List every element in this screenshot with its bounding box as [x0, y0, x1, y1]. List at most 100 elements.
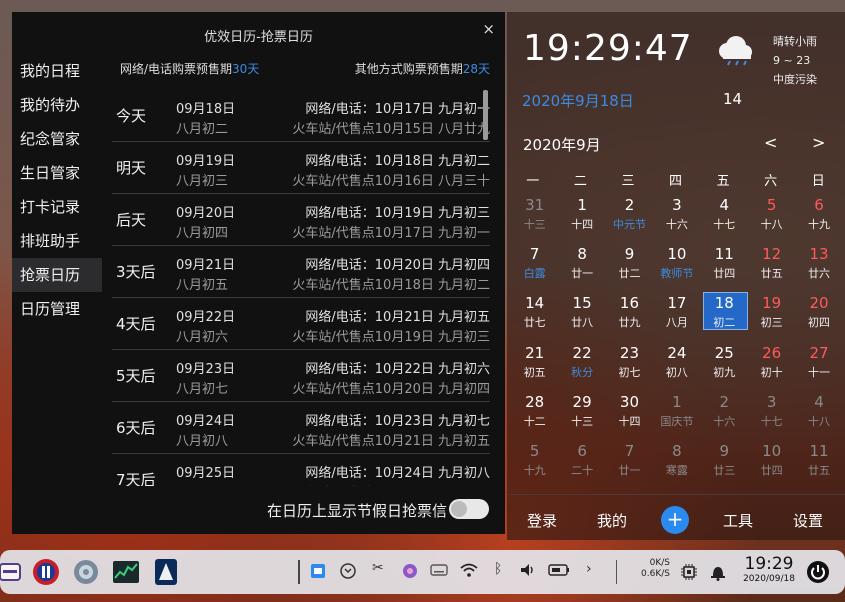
calendar-day[interactable]: 7 廿一	[606, 440, 653, 489]
calendar-day[interactable]: 2 中元节	[606, 194, 653, 243]
taskbar-time[interactable]: 19:29	[740, 554, 798, 574]
chevron-right-icon[interactable]: ›	[586, 561, 592, 577]
calendar-day[interactable]: 25 初九	[701, 342, 748, 391]
row-station-sale: 火车站/代售点10月15日 八月廿九	[292, 122, 490, 137]
calendar-day[interactable]: 20 初四	[795, 292, 842, 341]
sidebar-item[interactable]: 打卡记录	[12, 190, 102, 224]
calendar-day[interactable]: 17 八月	[653, 292, 700, 341]
taskbar: ✂ ᛒ › 0K/S 0.6K/S 19:29 2020/09/18	[0, 550, 845, 594]
sidebar-item[interactable]: 我的待办	[12, 88, 102, 122]
calendar-day[interactable]: 6 十九	[795, 194, 842, 243]
ticket-row[interactable]: 7天后 09月25日八月初九 网络/电话：10月24日 九月初八火车站/代售点10月…	[112, 454, 490, 486]
calendar-day[interactable]: 23 初七	[606, 342, 653, 391]
calendar-day[interactable]: 11 廿五	[795, 440, 842, 489]
calendar-day[interactable]: 1 十四	[558, 194, 605, 243]
ticket-row[interactable]: 4天后 09月22日 八月初六 网络/电话：10月21日 九月初五 火车站/代售点10月…	[112, 298, 490, 350]
add-event-button[interactable]: +	[661, 506, 689, 534]
ticket-row[interactable]: 5天后 09月23日 八月初七 网络/电话：10月22日 九月初六 火车站/代售点10月…	[112, 350, 490, 402]
day-number: 11	[809, 441, 829, 460]
row-date: 09月19日	[176, 154, 236, 169]
app-store-icon[interactable]	[152, 558, 180, 586]
calendar-day[interactable]: 11 廿四	[701, 243, 748, 292]
calendar-day[interactable]: 31 十三	[511, 194, 558, 243]
calendar-day[interactable]: 3 十六	[653, 194, 700, 243]
calendar-day[interactable]: 9 廿二	[606, 243, 653, 292]
sidebar-item[interactable]: 纪念管家	[12, 122, 102, 156]
calendar-day[interactable]: 8 廿一	[558, 243, 605, 292]
calendar-day[interactable]: 6 二十	[558, 440, 605, 489]
calendar-day[interactable]: 21 初五	[511, 342, 558, 391]
row-station-sale: 火车站/代售点10月22日 九月初六	[292, 482, 490, 486]
sidebar-item[interactable]: 排班助手	[12, 224, 102, 258]
calendar-day[interactable]: 24 初八	[653, 342, 700, 391]
calendar-day[interactable]: 30 十四	[606, 391, 653, 440]
sidebar-item[interactable]: 生日管家	[12, 156, 102, 190]
calendar-day[interactable]: 14 廿七	[511, 292, 558, 341]
calendar-day[interactable]: 2 十六	[701, 391, 748, 440]
app-launcher-icon[interactable]	[0, 558, 24, 586]
music-player-icon[interactable]	[32, 558, 60, 586]
close-icon[interactable]: ×	[482, 20, 495, 38]
color-picker-icon[interactable]	[402, 563, 418, 583]
battery-icon[interactable]	[548, 563, 570, 581]
cpu-chip-icon[interactable]	[680, 563, 698, 585]
calendar-day[interactable]: 5 十九	[511, 440, 558, 489]
power-icon[interactable]	[804, 558, 832, 586]
settings-gear-icon[interactable]	[72, 558, 100, 586]
calendar-day[interactable]: 13 廿六	[795, 243, 842, 292]
row-lunar-date: 八月初八	[176, 434, 229, 449]
calendar-day[interactable]: 9 廿三	[701, 440, 748, 489]
calendar-day[interactable]: 26 初十	[748, 342, 795, 391]
calendar-day[interactable]: 28 十二	[511, 391, 558, 440]
calendar-day[interactable]: 19 初三	[748, 292, 795, 341]
calendar-day[interactable]: 5 十八	[748, 194, 795, 243]
sync-tray-icon[interactable]	[340, 563, 356, 583]
month-label[interactable]: 2020年9月	[523, 134, 601, 155]
calendar-day-today[interactable]: 18 初二	[701, 292, 748, 341]
system-monitor-icon[interactable]	[112, 558, 140, 586]
weekday-label: 六	[764, 174, 778, 189]
notification-bell-icon[interactable]	[710, 563, 726, 585]
calendar-day[interactable]: 8 寒露	[653, 440, 700, 489]
calendar-bottom-bar: 登录 我的 + 工具 设置	[507, 506, 845, 536]
day-lunar: 十九	[523, 463, 546, 477]
calendar-day[interactable]: 12 廿五	[748, 243, 795, 292]
wifi-icon[interactable]	[460, 563, 478, 581]
next-month-button[interactable]: >	[812, 133, 825, 152]
calendar-day[interactable]: 15 廿八	[558, 292, 605, 341]
calendar-day[interactable]: 16 廿九	[606, 292, 653, 341]
calendar-day[interactable]: 29 十三	[558, 391, 605, 440]
sidebar-item[interactable]: 日历管理	[12, 292, 102, 326]
ticket-row[interactable]: 3天后 09月21日 八月初五 网络/电话：10月20日 九月初四 火车站/代售点10月…	[112, 246, 490, 298]
taskbar-date[interactable]: 2020/09/18	[738, 574, 800, 584]
scissors-icon[interactable]: ✂	[372, 560, 384, 576]
login-button[interactable]: 登录	[527, 510, 557, 531]
row-lunar-date: 八月初六	[176, 330, 229, 345]
day-number: 29	[572, 392, 592, 411]
prev-month-button[interactable]: <	[764, 133, 777, 152]
volume-icon[interactable]	[520, 563, 536, 581]
calendar-day[interactable]: 10 教师节	[653, 243, 700, 292]
calendar-day[interactable]: 3 十七	[748, 391, 795, 440]
ticket-row[interactable]: 明天 09月19日 八月初三 网络/电话：10月18日 九月初二 火车站/代售点10月1…	[112, 142, 490, 194]
list-scrollbar[interactable]	[483, 90, 488, 140]
tools-button[interactable]: 工具	[723, 510, 753, 531]
calendar-day[interactable]: 4 十七	[701, 194, 748, 243]
ticket-row[interactable]: 今天 09月18日 八月初二 网络/电话：10月17日 九月初一 火车站/代售点10月1…	[112, 90, 490, 142]
bluetooth-icon[interactable]: ᛒ	[494, 561, 502, 577]
ticket-row[interactable]: 6天后 09月24日 八月初八 网络/电话：10月23日 九月初七 火车站/代售点10月…	[112, 402, 490, 454]
calendar-day[interactable]: 27 十一	[795, 342, 842, 391]
ticket-row[interactable]: 后天 09月20日 八月初四 网络/电话：10月19日 九月初三 火车站/代售点10月1…	[112, 194, 490, 246]
sidebar-item[interactable]: 抢票日历	[12, 258, 102, 292]
holiday-toggle-switch[interactable]	[449, 499, 489, 519]
calendar-day[interactable]: 10 廿四	[748, 440, 795, 489]
calendar-day[interactable]: 22 秋分	[558, 342, 605, 391]
calendar-day[interactable]: 4 十八	[795, 391, 842, 440]
keyboard-icon[interactable]	[430, 563, 448, 581]
calendar-day[interactable]: 7 白露	[511, 243, 558, 292]
calendar-day[interactable]: 1 国庆节	[653, 391, 700, 440]
notes-tray-icon[interactable]	[310, 563, 326, 583]
settings-button[interactable]: 设置	[793, 510, 823, 531]
mine-button[interactable]: 我的	[597, 510, 627, 531]
sidebar-item[interactable]: 我的日程	[12, 54, 102, 88]
